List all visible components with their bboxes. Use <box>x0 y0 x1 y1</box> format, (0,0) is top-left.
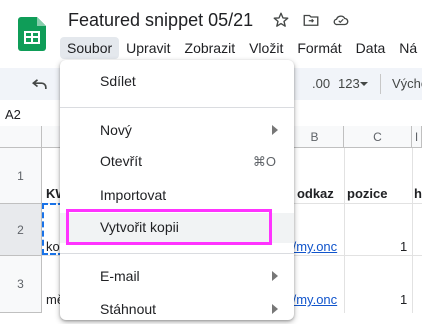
cell-b2-link[interactable]: //my.onc <box>289 239 337 254</box>
menu-item-label: Nový <box>100 122 132 138</box>
star-icon[interactable] <box>272 11 290 29</box>
menu-zobrazit[interactable]: Zobrazit <box>178 37 243 59</box>
menu-item-label: Stáhnout <box>100 301 157 317</box>
name-box[interactable]: A2 <box>5 107 21 122</box>
submenu-arrow-icon <box>272 271 278 281</box>
column-header-c[interactable]: C <box>344 126 412 148</box>
undo-icon[interactable] <box>30 74 50 94</box>
menu-soubor[interactable]: Soubor <box>60 37 120 59</box>
highlight-annotation <box>66 209 272 245</box>
menu-separator <box>60 107 294 108</box>
grid-line <box>344 148 345 313</box>
menu-item-import[interactable]: Importovat <box>60 182 294 210</box>
caret-down-icon[interactable] <box>360 82 368 86</box>
menu-nastroje[interactable]: Ná <box>392 37 422 59</box>
column-header-b[interactable]: B <box>286 126 344 148</box>
menu-item-shortcut: ⌘O <box>252 154 276 169</box>
menu-item-label: Importovat <box>100 187 167 203</box>
cell-c2[interactable]: 1 <box>400 239 407 254</box>
menu-item-label: E-mail <box>100 268 140 284</box>
cell-c1[interactable]: pozice <box>347 186 387 201</box>
column-header-d[interactable]: I <box>412 126 422 148</box>
row-header-2[interactable]: 2 <box>0 204 42 256</box>
menu-item-new[interactable]: Nový <box>60 117 294 145</box>
sheets-logo-icon[interactable] <box>18 17 46 51</box>
menu-item-share[interactable]: Sdílet <box>60 68 294 96</box>
menu-item-label: Otevřít <box>100 153 143 169</box>
menu-format[interactable]: Formát <box>290 37 348 59</box>
grid-line <box>412 148 413 313</box>
row-header-1[interactable]: 1 <box>0 148 42 204</box>
menu-data[interactable]: Data <box>349 37 393 59</box>
menu-item-email[interactable]: E-mail <box>60 263 294 291</box>
menu-item-open[interactable]: Otevřít ⌘O <box>60 148 294 176</box>
cell-d1[interactable]: h <box>414 186 422 201</box>
select-all-corner[interactable] <box>0 126 42 148</box>
cell-b1[interactable]: - odkaz <box>289 186 334 201</box>
font-family-select[interactable]: Výcho <box>392 76 422 91</box>
menu-vlozit[interactable]: Vložit <box>242 37 290 59</box>
move-to-folder-icon[interactable] <box>302 11 320 29</box>
row-header-3[interactable]: 3 <box>0 256 42 313</box>
toolbar-divider <box>380 74 381 94</box>
menu-item-label: Sdílet <box>100 73 136 89</box>
menu-separator <box>60 253 294 254</box>
decrease-decimal-button[interactable]: .00 <box>312 76 330 91</box>
menu-upravit[interactable]: Upravit <box>119 37 177 59</box>
file-menu-dropdown: Sdílet Nový Otevřít ⌘O Importovat Vytvoř… <box>60 60 294 320</box>
cell-c3[interactable]: 1 <box>400 292 407 307</box>
cell-a2[interactable]: ko <box>46 239 60 254</box>
number-format-button[interactable]: 123 <box>338 76 360 91</box>
cell-b3-link[interactable]: //my.onc <box>289 292 337 307</box>
cloud-status-icon[interactable] <box>332 11 350 29</box>
menu-bar: Soubor Upravit Zobrazit Vložit Formát Da… <box>60 36 422 60</box>
menu-item-download[interactable]: Stáhnout <box>60 296 294 324</box>
document-title[interactable]: Featured snippet 05/21 <box>68 10 253 31</box>
submenu-arrow-icon <box>272 125 278 135</box>
